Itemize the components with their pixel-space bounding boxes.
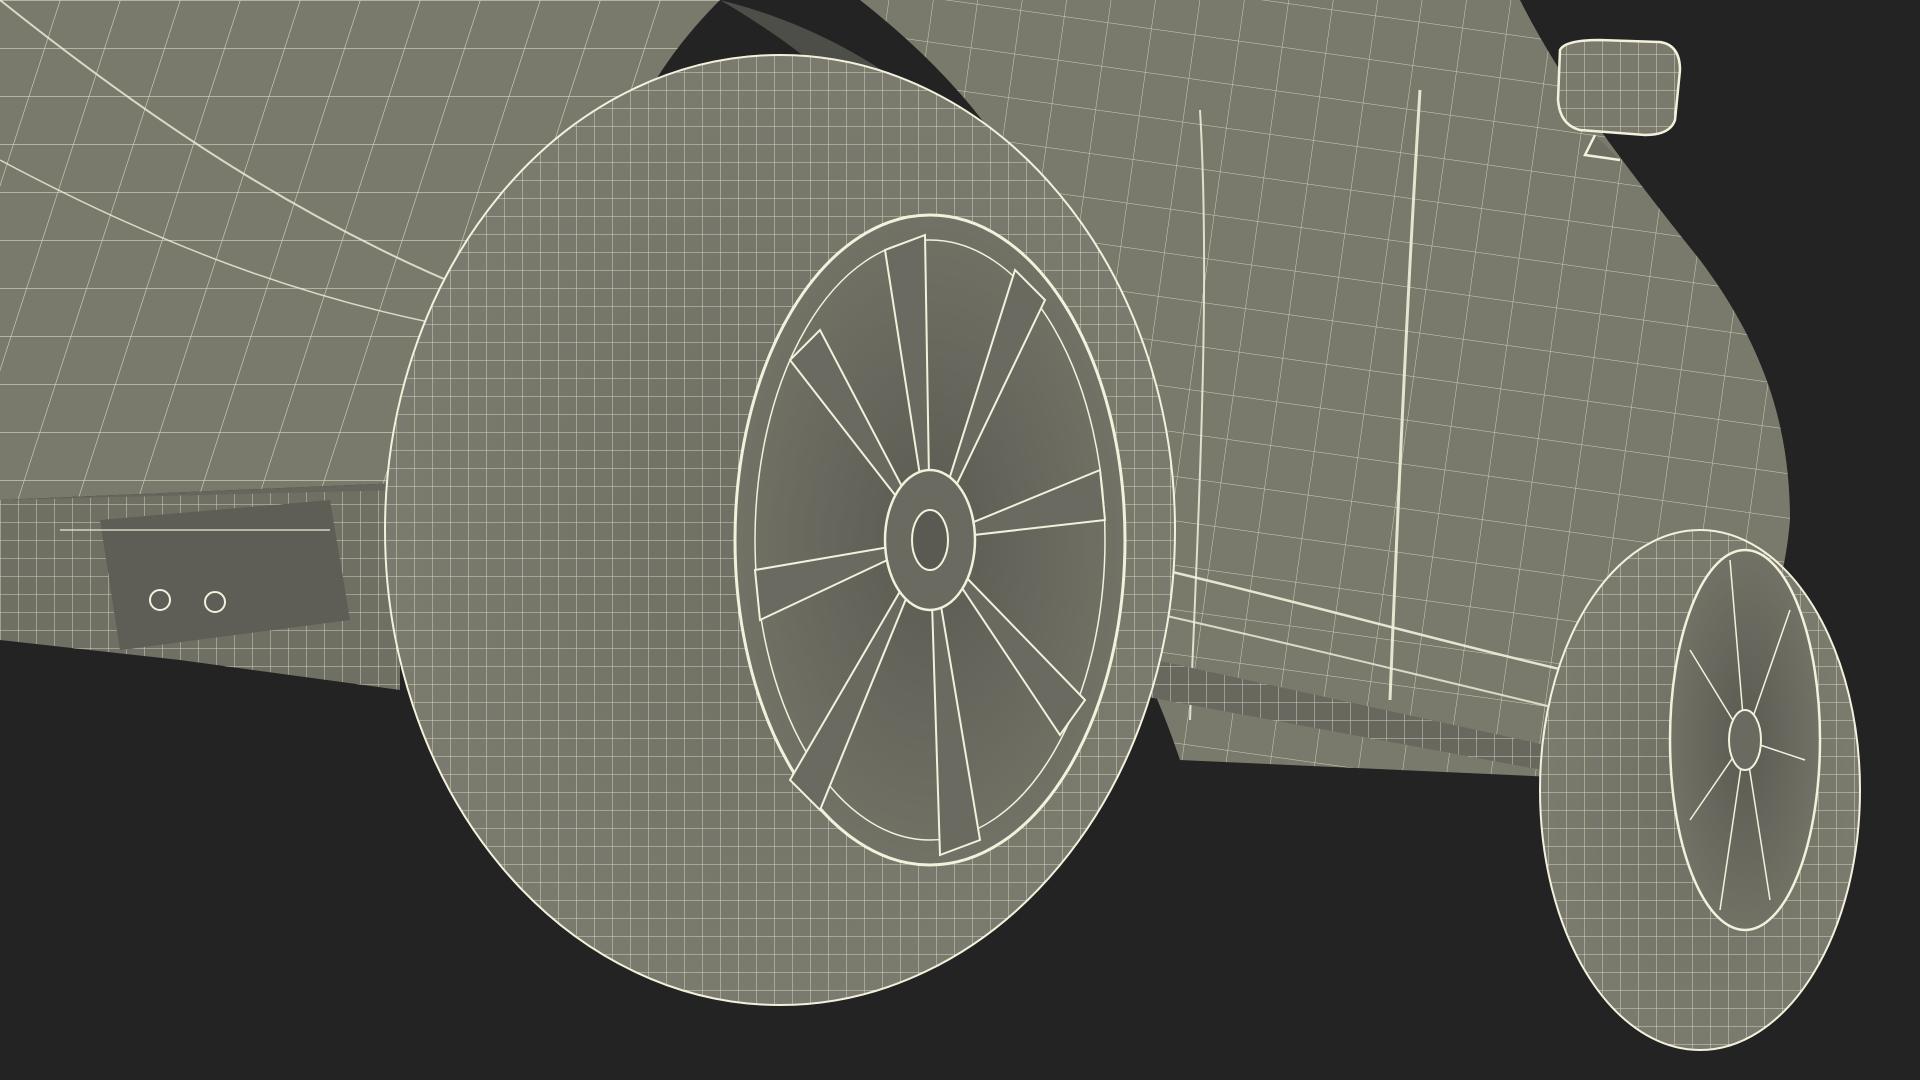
front-hub <box>1728 709 1762 771</box>
rear-rim <box>733 213 1127 867</box>
front-rim <box>1668 548 1822 932</box>
wireframe-viewport <box>0 0 1861 1051</box>
underbody-suspension <box>0 490 400 690</box>
